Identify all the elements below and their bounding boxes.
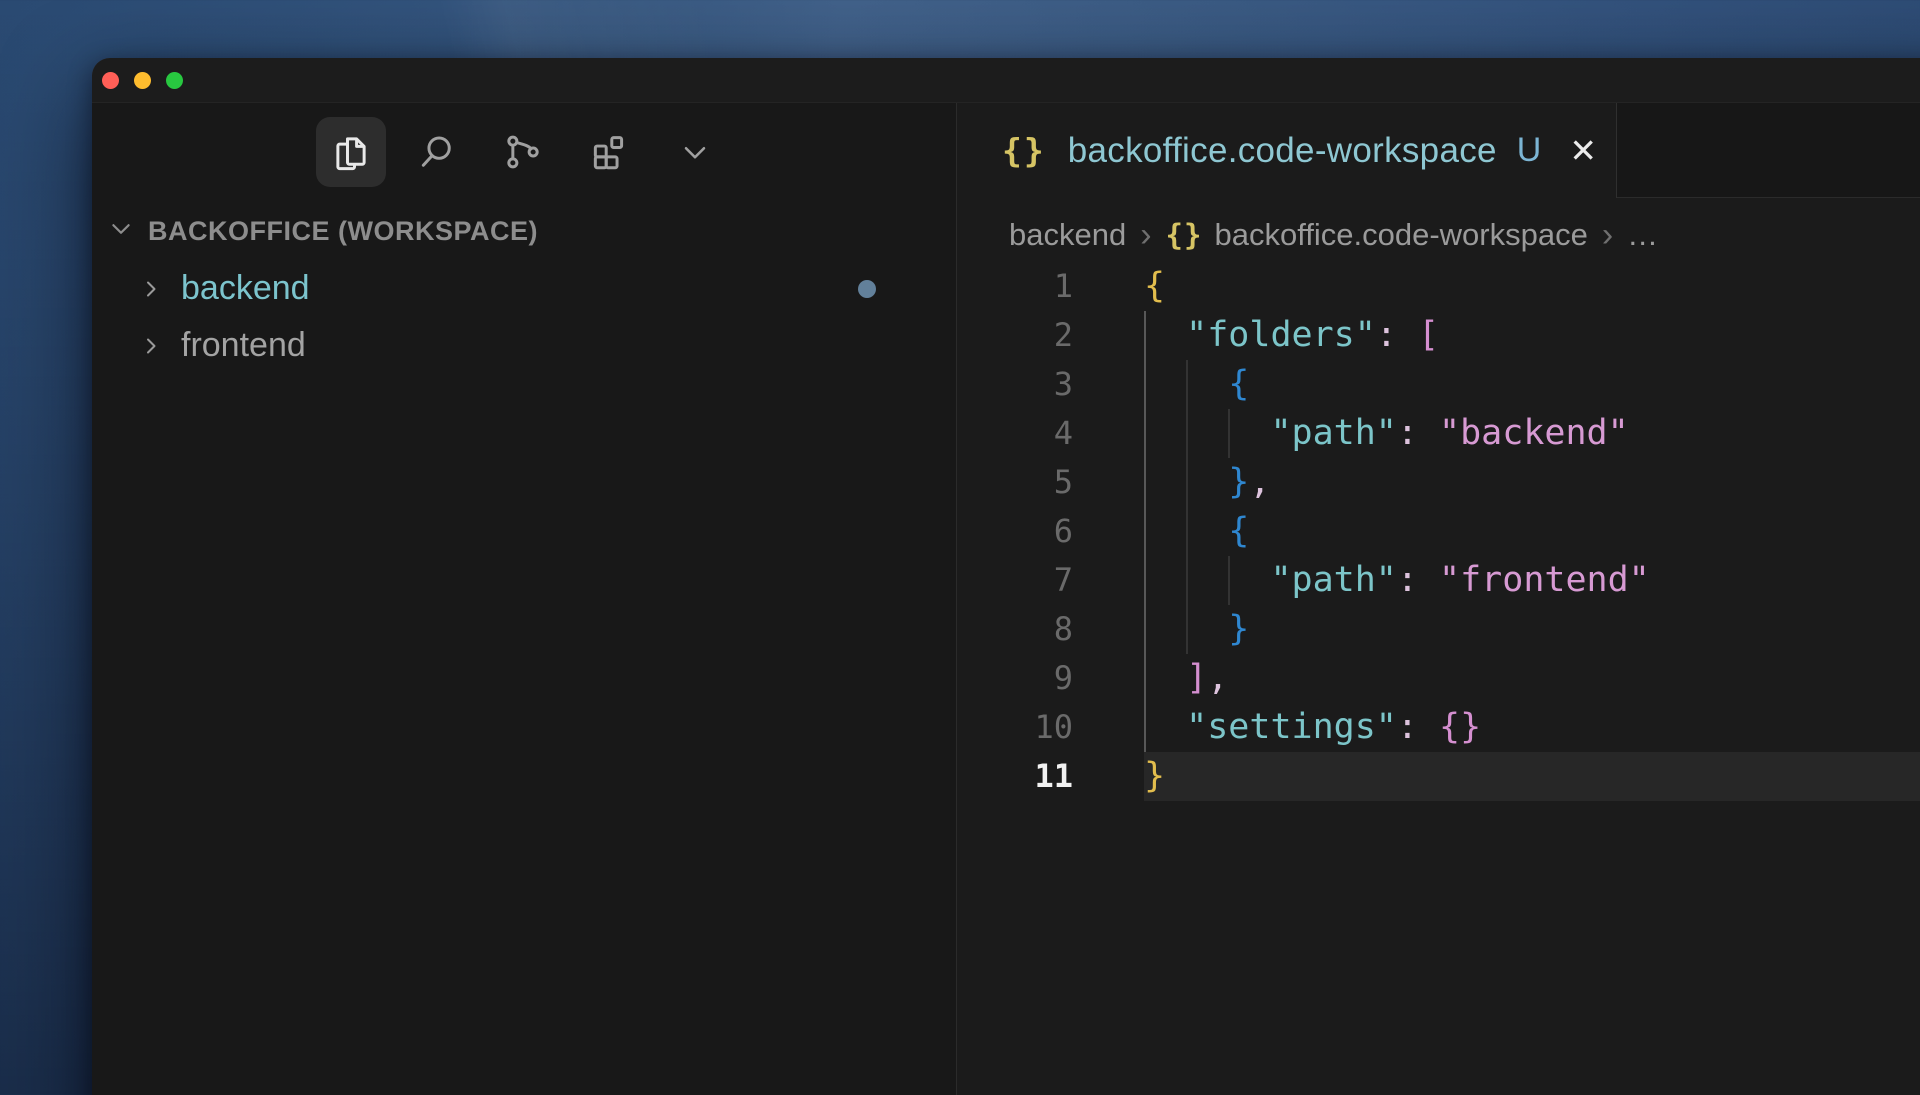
- files-icon: [330, 131, 372, 173]
- line-content: {: [1144, 507, 1920, 556]
- editor-group: {} backoffice.code-workspace U ✕ backend…: [956, 103, 1920, 1095]
- tree-item-label: frontend: [181, 326, 306, 365]
- workspace-section-title: BACKOFFICE (WORKSPACE): [148, 216, 538, 247]
- line-content: "settings": {}: [1144, 703, 1920, 752]
- indent-guide: [1228, 409, 1230, 458]
- code-line-10[interactable]: 10 "settings": {}: [957, 703, 1920, 752]
- line-content: }: [1144, 605, 1920, 654]
- explorer-panel: BACKOFFICE (WORKSPACE) backend frontend: [92, 202, 956, 374]
- code-line-6[interactable]: 6 {: [957, 507, 1920, 556]
- code-line-7[interactable]: 7 "path": "frontend": [957, 556, 1920, 605]
- line-content: },: [1144, 458, 1920, 507]
- indent-guide: [1228, 556, 1230, 605]
- git-status-badge: U: [1517, 131, 1542, 170]
- code-line-3[interactable]: 3 {: [957, 360, 1920, 409]
- code-line-2[interactable]: 2 "folders": [: [957, 311, 1920, 360]
- vscode-window: BACKOFFICE (WORKSPACE) backend frontend {…: [92, 58, 1920, 1095]
- line-number: 3: [957, 360, 1073, 409]
- titlebar: [92, 58, 1920, 102]
- indent-guide: [1144, 311, 1146, 752]
- line-content: "folders": [: [1144, 311, 1920, 360]
- code-line-1[interactable]: 1{: [957, 262, 1920, 311]
- code-line-8[interactable]: 8 }: [957, 605, 1920, 654]
- indent-guide: [1186, 360, 1188, 654]
- line-content: }: [1144, 752, 1920, 801]
- line-content: {: [1144, 262, 1920, 311]
- more-views-button[interactable]: [660, 117, 730, 187]
- explorer-tab[interactable]: [316, 117, 386, 187]
- code-line-11[interactable]: 11}: [957, 752, 1920, 801]
- breadcrumb-segment[interactable]: backend: [1009, 217, 1126, 253]
- breadcrumb-segment[interactable]: backoffice.code-workspace: [1214, 217, 1587, 253]
- line-content: {: [1144, 360, 1920, 409]
- code-line-4[interactable]: 4 "path": "backend": [957, 409, 1920, 458]
- line-number: 10: [957, 703, 1073, 752]
- zoom-window-button[interactable]: [166, 72, 183, 89]
- tab-bar-empty-space: [1617, 103, 1920, 198]
- line-content: "path": "frontend": [1144, 556, 1920, 605]
- sidebar: BACKOFFICE (WORKSPACE) backend frontend: [92, 103, 956, 1095]
- source-control-icon: [502, 131, 544, 173]
- extensions-icon: [588, 131, 630, 173]
- breadcrumb-separator-icon: ›: [1140, 216, 1151, 255]
- line-number: 7: [957, 556, 1073, 605]
- line-number: 9: [957, 654, 1073, 703]
- line-content: ],: [1144, 654, 1920, 703]
- workspace-section-header[interactable]: BACKOFFICE (WORKSPACE): [92, 202, 956, 260]
- close-tab-icon[interactable]: ✕: [1569, 131, 1597, 170]
- activity-bar: [316, 117, 730, 187]
- line-number: 4: [957, 409, 1073, 458]
- json-braces-icon: {}: [1166, 218, 1203, 252]
- line-number: 5: [957, 458, 1073, 507]
- tree-item-backend[interactable]: backend: [92, 260, 956, 317]
- code-editor[interactable]: 1{2 "folders": [3 {4 "path": "backend"5 …: [957, 262, 1920, 1095]
- chevron-down-icon: [677, 134, 713, 170]
- line-number: 6: [957, 507, 1073, 556]
- tab-label: backoffice.code-workspace: [1068, 131, 1497, 171]
- extensions-tab[interactable]: [574, 117, 644, 187]
- code-line-9[interactable]: 9 ],: [957, 654, 1920, 703]
- chevron-right-icon: [139, 277, 165, 301]
- breadcrumb-separator-icon: ›: [1602, 216, 1613, 255]
- search-tab[interactable]: [402, 117, 472, 187]
- tree-item-frontend[interactable]: frontend: [92, 317, 956, 374]
- line-number: 2: [957, 311, 1073, 360]
- window-body: BACKOFFICE (WORKSPACE) backend frontend {…: [92, 102, 1920, 1095]
- modified-badge-dot: [858, 280, 876, 298]
- breadcrumb: backend › {} backoffice.code-workspace › …: [957, 198, 1920, 262]
- line-number: 1: [957, 262, 1073, 311]
- chevron-right-icon: [139, 334, 165, 358]
- file-tree: backend frontend: [92, 260, 956, 374]
- line-number: 8: [957, 605, 1073, 654]
- json-braces-icon: {}: [1002, 131, 1046, 170]
- tab-backoffice-code-workspace[interactable]: {} backoffice.code-workspace U ✕: [957, 103, 1617, 198]
- code-line-5[interactable]: 5 },: [957, 458, 1920, 507]
- search-icon: [416, 131, 458, 173]
- line-number: 11: [957, 752, 1073, 801]
- tab-bar: {} backoffice.code-workspace U ✕: [957, 103, 1920, 198]
- tree-item-label: backend: [181, 269, 310, 308]
- source-control-tab[interactable]: [488, 117, 558, 187]
- minimize-window-button[interactable]: [134, 72, 151, 89]
- chevron-down-icon: [108, 216, 134, 247]
- line-content: "path": "backend": [1144, 409, 1920, 458]
- close-window-button[interactable]: [102, 72, 119, 89]
- breadcrumb-segment[interactable]: …: [1627, 217, 1658, 253]
